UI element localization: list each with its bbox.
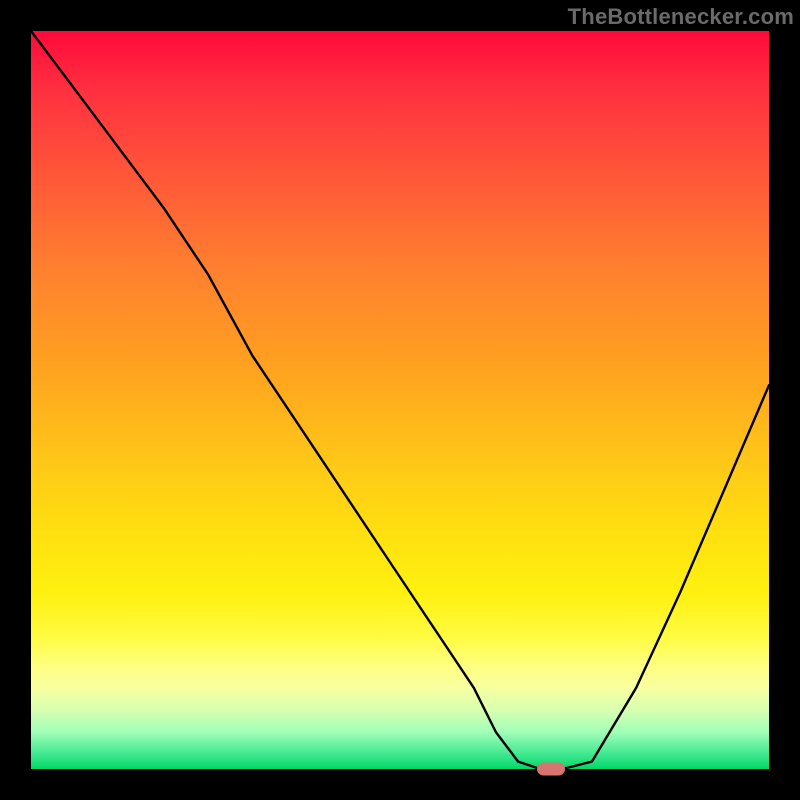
chart-plot-area: [31, 31, 769, 769]
chart-marker: [537, 763, 565, 776]
watermark-label: TheBottlenecker.com: [568, 4, 794, 30]
chart-line: [31, 31, 769, 769]
chart-frame: TheBottlenecker.com: [0, 0, 800, 800]
